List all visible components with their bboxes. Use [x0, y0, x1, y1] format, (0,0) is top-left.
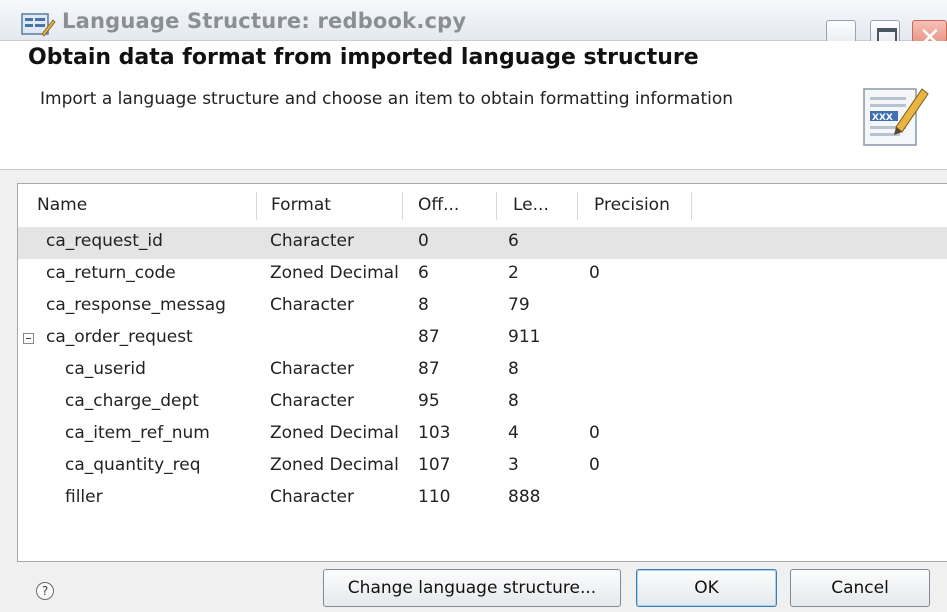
- table-row[interactable]: ca_item_ref_num Zoned Decimal 103 4 0: [18, 419, 947, 451]
- precision-cell: 0: [589, 455, 600, 475]
- column-header-name[interactable]: Name: [37, 195, 87, 223]
- length-cell: 911: [508, 327, 541, 347]
- collapse-icon[interactable]: [23, 333, 34, 344]
- format-cell: Character: [270, 295, 354, 315]
- structure-table[interactable]: Name Format Off... Le... Precision ca_re…: [17, 183, 947, 562]
- table-row[interactable]: ca_request_id Character 0 6: [18, 227, 947, 259]
- precision-cell: 0: [589, 263, 600, 283]
- table-header: Name Format Off... Le... Precision: [18, 184, 947, 228]
- svg-text:XXX: XXX: [872, 113, 893, 123]
- title-bar: Language Structure: redbook.cpy ✕: [0, 0, 947, 54]
- offset-cell: 6: [418, 263, 429, 283]
- change-language-structure-button[interactable]: Change language structure...: [323, 569, 621, 607]
- offset-cell: 0: [418, 231, 429, 251]
- language-structure-icon: [21, 13, 56, 37]
- offset-cell: 87: [418, 359, 440, 379]
- format-cell: Zoned Decimal: [270, 423, 399, 443]
- column-header-format[interactable]: Format: [271, 195, 331, 223]
- column-header-offset[interactable]: Off...: [418, 195, 459, 223]
- page-description: Import a language structure and choose a…: [40, 89, 734, 109]
- name-cell: ca_request_id: [46, 231, 163, 251]
- table-row[interactable]: ca_charge_dept Character 95 8: [18, 387, 947, 419]
- table-row[interactable]: ca_userid Character 87 8: [18, 355, 947, 387]
- format-cell: Zoned Decimal: [270, 263, 399, 283]
- format-cell: Character: [270, 391, 354, 411]
- length-cell: 8: [508, 391, 519, 411]
- help-icon[interactable]: ?: [36, 582, 54, 600]
- offset-cell: 103: [418, 423, 451, 443]
- offset-cell: 95: [418, 391, 440, 411]
- page-title: Obtain data format from imported languag…: [28, 45, 699, 70]
- length-cell: 6: [508, 231, 519, 251]
- cancel-button[interactable]: Cancel: [790, 569, 930, 607]
- length-cell: 2: [508, 263, 519, 283]
- length-cell: 8: [508, 359, 519, 379]
- edit-document-icon: XXX: [863, 88, 929, 146]
- name-cell: ca_item_ref_num: [65, 423, 210, 443]
- format-cell: Character: [270, 487, 354, 507]
- length-cell: 4: [508, 423, 519, 443]
- name-cell: ca_order_request: [46, 327, 193, 347]
- offset-cell: 87: [418, 327, 440, 347]
- table-row[interactable]: ca_order_request 87 911: [18, 323, 947, 355]
- column-separator[interactable]: [402, 192, 403, 220]
- name-cell: filler: [65, 487, 103, 507]
- name-cell: ca_quantity_req: [65, 455, 201, 475]
- name-cell: ca_userid: [65, 359, 146, 379]
- table-row[interactable]: ca_quantity_req Zoned Decimal 107 3 0: [18, 451, 947, 483]
- length-cell: 79: [508, 295, 530, 315]
- name-cell: ca_response_messag: [46, 295, 226, 315]
- name-cell: ca_return_code: [46, 263, 176, 283]
- format-cell: Character: [270, 231, 354, 251]
- column-header-precision[interactable]: Precision: [594, 195, 670, 223]
- table-row[interactable]: ca_return_code Zoned Decimal 6 2 0: [18, 259, 947, 291]
- column-separator[interactable]: [496, 192, 497, 220]
- column-separator[interactable]: [577, 192, 578, 220]
- name-cell: ca_charge_dept: [65, 391, 199, 411]
- format-cell: Character: [270, 359, 354, 379]
- precision-cell: 0: [589, 423, 600, 443]
- length-cell: 888: [508, 487, 541, 507]
- ok-button[interactable]: OK: [636, 569, 777, 607]
- length-cell: 3: [508, 455, 519, 475]
- offset-cell: 107: [418, 455, 451, 475]
- window-title: Language Structure: redbook.cpy: [62, 9, 467, 33]
- format-cell: Zoned Decimal: [270, 455, 399, 475]
- table-row[interactable]: ca_response_messag Character 8 79: [18, 291, 947, 323]
- column-separator[interactable]: [691, 192, 692, 220]
- language-structure-dialog: Language Structure: redbook.cpy ✕ Obtain…: [0, 0, 947, 612]
- column-header-length[interactable]: Le...: [513, 195, 549, 223]
- table-row[interactable]: filler Character 110 888: [18, 483, 947, 515]
- offset-cell: 8: [418, 295, 429, 315]
- column-separator[interactable]: [256, 192, 257, 220]
- offset-cell: 110: [418, 487, 451, 507]
